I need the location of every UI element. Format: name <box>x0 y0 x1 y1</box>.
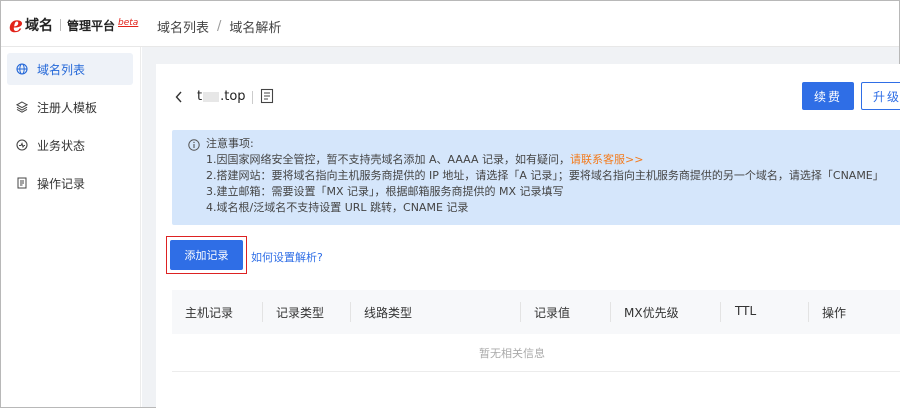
logo-divider <box>60 19 61 31</box>
logo-mark: e <box>9 12 23 38</box>
layers-icon <box>16 101 28 113</box>
column-divider <box>520 302 521 322</box>
back-chevron-icon[interactable] <box>174 90 186 104</box>
sidebar-item-operation-log[interactable]: 操作记录 <box>7 167 133 199</box>
dns-card: t .top 续费 升级 注意事项: 1.因国家网络安全管控，暂不支持壳域名添加 … <box>156 64 900 408</box>
sidebar-item-label: 操作记录 <box>37 176 86 191</box>
logo-brand: 域名 <box>25 18 53 34</box>
table-bottom-border <box>172 371 900 372</box>
add-record-button[interactable]: 添加记录 <box>170 240 243 270</box>
column-host-record: 主机记录 <box>185 306 234 320</box>
column-divider <box>350 302 351 322</box>
upgrade-button[interactable]: 升级 <box>861 82 900 110</box>
column-divider <box>720 302 721 322</box>
notice-line-4: 4.域名根/泛域名不支持设置 URL 跳转，CNAME 记录 <box>206 201 469 214</box>
column-mx-priority: MX优先级 <box>624 306 679 320</box>
beta-badge: beta <box>118 18 139 28</box>
logo-platform: 管理平台 <box>67 18 116 33</box>
column-line-type: 线路类型 <box>364 306 413 320</box>
sidebar-item-label: 业务状态 <box>37 138 86 153</box>
records-table-header: 主机记录 记录类型 线路类型 记录值 MX优先级 TTL 操作 <box>172 290 900 334</box>
notice-line-3: 3.建立邮箱：需要设置「MX 记录」，根据邮箱服务商提供的 MX 记录填写 <box>206 185 564 198</box>
info-icon <box>188 139 200 151</box>
status-icon <box>16 139 28 151</box>
breadcrumb: 域名列表 / 域名解析 <box>157 17 281 36</box>
sidebar-item-label: 域名列表 <box>37 62 86 77</box>
column-actions: 操作 <box>822 306 847 320</box>
masked-text <box>203 91 220 102</box>
contact-support-link[interactable]: 请联系客服>> <box>570 153 643 166</box>
column-divider <box>610 302 611 322</box>
empty-state-text: 暂无相关信息 <box>479 347 545 360</box>
document-icon[interactable] <box>260 88 274 104</box>
how-to-set-dns-link[interactable]: 如何设置解析? <box>251 249 323 265</box>
breadcrumb-domain-list[interactable]: 域名列表 <box>157 17 209 36</box>
notice-title: 注意事项: <box>206 137 254 150</box>
domain-prefix: t <box>197 89 203 104</box>
notice-line-1: 1.因国家网络安全管控，暂不支持壳域名添加 A、AAAA 记录，如有疑问，请联系… <box>206 152 643 168</box>
sidebar-item-domain-list[interactable]: 域名列表 <box>7 53 133 85</box>
top-bar: e 域名 管理平台 beta 域名列表 / 域名解析 <box>1 1 899 47</box>
sidebar-item-registrant-template[interactable]: 注册人模板 <box>7 91 133 123</box>
domain-suffix: .top <box>220 89 246 104</box>
main-content: t .top 续费 升级 注意事项: 1.因国家网络安全管控，暂不支持壳域名添加 … <box>142 47 900 408</box>
breadcrumb-separator: / <box>217 19 222 34</box>
domain-name: t .top <box>197 89 246 104</box>
notice-box: 注意事项: 1.因国家网络安全管控，暂不支持壳域名添加 A、AAAA 记录，如有… <box>172 130 900 225</box>
log-icon <box>16 177 28 189</box>
globe-icon <box>16 63 28 75</box>
column-divider <box>262 302 263 322</box>
logo[interactable]: e 域名 管理平台 beta <box>9 14 138 36</box>
add-record-highlight: 添加记录 <box>166 236 247 274</box>
column-ttl: TTL <box>735 304 757 318</box>
column-record-value: 记录值 <box>534 306 571 320</box>
title-divider <box>252 91 253 104</box>
column-record-type: 记录类型 <box>276 306 325 320</box>
renew-button[interactable]: 续费 <box>802 82 854 110</box>
sidebar: 域名列表 注册人模板 业务状态 操作记录 <box>1 47 141 407</box>
sidebar-item-label: 注册人模板 <box>37 100 98 115</box>
column-divider <box>808 302 809 322</box>
notice-line-2: 2.搭建网站：要将域名指向主机服务商提供的 IP 地址，请选择「A 记录」；要将… <box>206 169 884 182</box>
breadcrumb-dns-resolution: 域名解析 <box>229 21 282 36</box>
notice-line-1-text: 1.因国家网络安全管控，暂不支持壳域名添加 A、AAAA 记录，如有疑问， <box>206 153 571 166</box>
sidebar-item-business-status[interactable]: 业务状态 <box>7 129 133 161</box>
